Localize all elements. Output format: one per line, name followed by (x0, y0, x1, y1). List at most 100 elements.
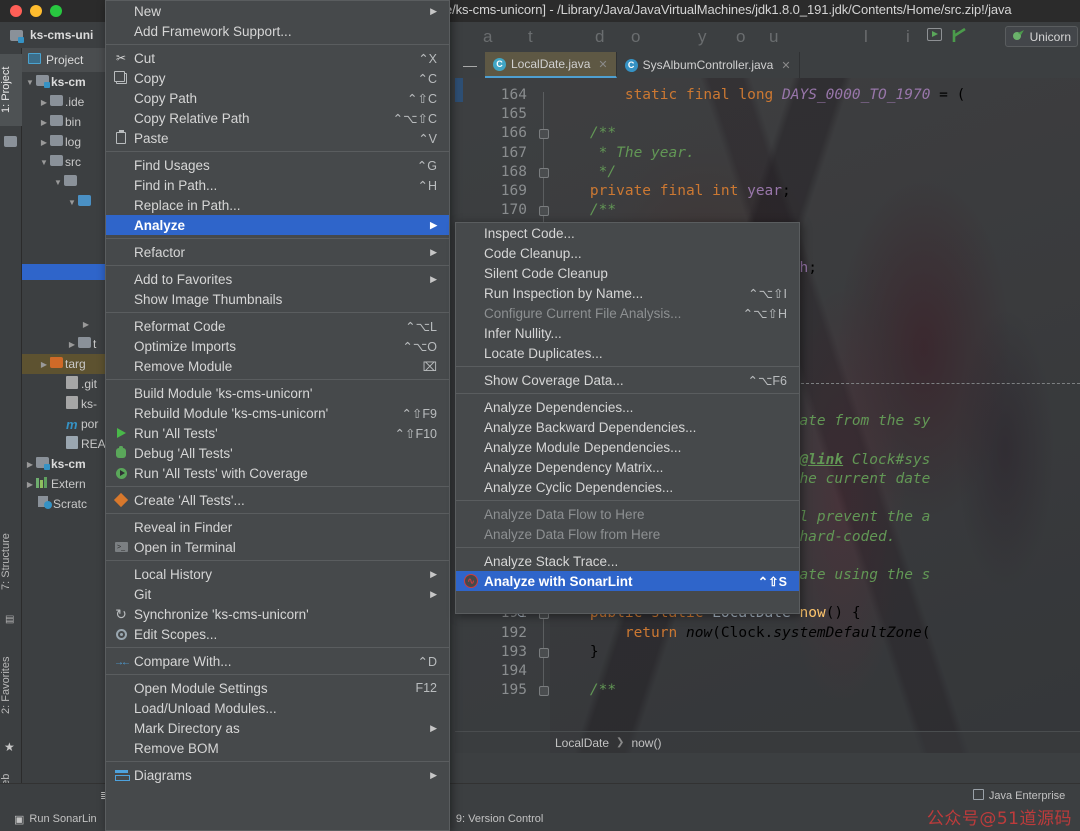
close-window-button[interactable] (10, 5, 22, 17)
analyze-item-silent-code-cleanup[interactable]: Silent Code Cleanup (456, 263, 799, 283)
tree-node-readme[interactable]: REA (22, 434, 107, 454)
sidebar-item-structure[interactable]: 7: Structure (0, 518, 22, 606)
expand-arrow-icon[interactable]: ▶ (24, 460, 36, 469)
tree-node-scratches[interactable]: Scratc (22, 494, 107, 514)
analyze-item-infer-nullity[interactable]: Infer Nullity... (456, 323, 799, 343)
menu-item-open-in-terminal[interactable]: >_ Open in Terminal (106, 537, 449, 557)
menu-item-load-unload-modules[interactable]: Load/Unload Modules... (106, 698, 449, 718)
tree-node-target[interactable]: ▶ targ (22, 354, 107, 374)
tool-window-run-sonarlint[interactable]: ▣ Run SonarLin (14, 813, 97, 826)
menu-item-copy-relative-path[interactable]: Copy Relative Path ⌃⌥⇧C (106, 108, 449, 128)
tree-node-idea[interactable]: ▶ .ide (22, 92, 107, 112)
analyze-item-analyze-dependency-matrix[interactable]: Analyze Dependency Matrix... (456, 457, 799, 477)
expand-arrow-icon[interactable]: ▶ (38, 98, 50, 107)
expand-arrow-icon[interactable]: ▶ (24, 480, 36, 489)
analyze-item-analyze-dependencies[interactable]: Analyze Dependencies... (456, 397, 799, 417)
collapse-arrow-icon[interactable]: ▼ (24, 78, 36, 87)
expand-arrow-icon[interactable]: ▶ (66, 340, 78, 349)
code-fold-end-icon[interactable] (539, 167, 549, 178)
menu-item-compare-with[interactable]: Compare With... ⌃D (106, 651, 449, 671)
menu-item-add-to-favorites[interactable]: Add to Favorites ▶ (106, 269, 449, 289)
menu-item-rebuild-module-ks-cms-unicorn[interactable]: Rebuild Module 'ks-cms-unicorn' ⌃⇧F9 (106, 403, 449, 423)
tree-node-pom[interactable]: m por (22, 414, 107, 434)
expand-arrow-icon[interactable]: ▶ (38, 138, 50, 147)
menu-item-find-usages[interactable]: Find Usages ⌃G (106, 155, 449, 175)
expand-arrow-icon[interactable]: ▶ (38, 360, 50, 369)
expand-arrow-icon[interactable]: ▶ (38, 118, 50, 127)
analyze-item-locate-duplicates[interactable]: Locate Duplicates... (456, 343, 799, 363)
tree-node-external-libraries[interactable]: ▶ Extern (22, 474, 107, 494)
code-fold-start-icon[interactable] (539, 129, 549, 140)
menu-item-local-history[interactable]: Local History ▶ (106, 564, 449, 584)
breadcrumb-class[interactable]: LocalDate (555, 736, 609, 750)
tree-node-log[interactable]: ▶ log (22, 132, 107, 152)
breadcrumb[interactable]: LocalDate ❯ now() (455, 731, 1080, 753)
code-fold-end-icon[interactable] (539, 647, 549, 658)
menu-item-mark-directory-as[interactable]: Mark Directory as ▶ (106, 718, 449, 738)
menu-item-replace-in-path[interactable]: Replace in Path... (106, 195, 449, 215)
analyze-item-inspect-code[interactable]: Inspect Code... (456, 223, 799, 243)
tree-node-ks-cms-2[interactable]: ▶ ks-cm (22, 454, 107, 474)
sidebar-item-project[interactable]: 1: Project (0, 54, 22, 126)
analyze-item-show-coverage-data[interactable]: Show Coverage Data... ⌃⌥F6 (456, 370, 799, 390)
menu-item-find-in-path[interactable]: Find in Path... ⌃H (106, 175, 449, 195)
tree-node-resources[interactable]: ▶ (22, 314, 107, 334)
tree-node-selected[interactable] (22, 264, 107, 280)
tree-node-main[interactable]: ▼ (22, 172, 107, 192)
menu-item-analyze[interactable]: Analyze ▶ (106, 215, 449, 235)
tree-node-java[interactable]: ▼ (22, 192, 107, 212)
close-tab-icon[interactable]: ✕ (781, 59, 790, 72)
menu-item-debug-all-tests[interactable]: Debug 'All Tests' (106, 443, 449, 463)
collapse-arrow-icon[interactable]: ▼ (66, 198, 78, 207)
analyze-item-analyze-with-sonarlint[interactable]: ∿ Analyze with SonarLint ⌃⇧S (456, 571, 799, 591)
menu-item-refactor[interactable]: Refactor ▶ (106, 242, 449, 262)
menu-item-git[interactable]: Git ▶ (106, 584, 449, 604)
menu-item-open-module-settings[interactable]: Open Module Settings F12 (106, 678, 449, 698)
sidebar-item-favorites[interactable]: 2: Favorites (0, 638, 22, 732)
analyze-item-analyze-module-dependencies[interactable]: Analyze Module Dependencies... (456, 437, 799, 457)
analyze-item-analyze-cyclic-dependencies[interactable]: Analyze Cyclic Dependencies... (456, 477, 799, 497)
menu-item-build-module-ks-cms-unicorn[interactable]: Build Module 'ks-cms-unicorn' (106, 383, 449, 403)
menu-item-remove-bom[interactable]: Remove BOM (106, 738, 449, 758)
tree-node-ks-iml[interactable]: ks- (22, 394, 107, 414)
breadcrumb-method[interactable]: now() (631, 736, 661, 750)
tree-node-src[interactable]: ▼ src (22, 152, 107, 172)
menu-item-copy-path[interactable]: Copy Path ⌃⇧C (106, 88, 449, 108)
menu-item-create-all-tests[interactable]: Create 'All Tests'... (106, 490, 449, 510)
menu-item-reformat-code[interactable]: Reformat Code ⌃⌥L (106, 316, 449, 336)
analyze-item-run-inspection-by-name[interactable]: Run Inspection by Name... ⌃⌥⇧I (456, 283, 799, 303)
analyze-item-code-cleanup[interactable]: Code Cleanup... (456, 243, 799, 263)
menu-item-show-image-thumbnails[interactable]: Show Image Thumbnails (106, 289, 449, 309)
menu-item-run-all-tests[interactable]: Run 'All Tests' ⌃⇧F10 (106, 423, 449, 443)
code-fold-start-icon[interactable] (539, 206, 549, 217)
hide-tabs-button[interactable]: — (455, 52, 485, 78)
run-configuration-selector[interactable]: Unicorn (1004, 26, 1078, 47)
menu-item-optimize-imports[interactable]: Optimize Imports ⌃⌥O (106, 336, 449, 356)
menu-item-edit-scopes[interactable]: Edit Scopes... (106, 624, 449, 644)
menu-item-run-all-tests-with-coverage[interactable]: Run 'All Tests' with Coverage (106, 463, 449, 483)
menu-item-diagrams[interactable]: Diagrams ▶ (106, 765, 449, 785)
window-controls[interactable] (0, 5, 62, 17)
tree-node-gitignore[interactable]: .git (22, 374, 107, 394)
menu-item-add-framework-support[interactable]: Add Framework Support... (106, 21, 449, 41)
menu-item-remove-module[interactable]: Remove Module ⌧ (106, 356, 449, 376)
menu-item-cut[interactable]: ✂ Cut ⌃X (106, 48, 449, 68)
minimize-window-button[interactable] (30, 5, 42, 17)
menu-item-synchronize-ks-cms-unicorn[interactable]: Synchronize 'ks-cms-unicorn' (106, 604, 449, 624)
checkmark-icon[interactable] (951, 27, 969, 49)
close-tab-icon[interactable]: ✕ (598, 58, 607, 71)
tool-window-java-enterprise[interactable]: Java Enterprise (972, 788, 1065, 803)
collapse-arrow-icon[interactable]: ▼ (52, 178, 64, 187)
collapse-arrow-icon[interactable]: ▼ (38, 158, 50, 167)
tool-window-version-control[interactable]: ↲ 9: Version Control (442, 813, 544, 826)
code-fold-start-icon[interactable] (539, 686, 549, 697)
context-menu[interactable]: New ▶ Add Framework Support... ✂ Cut ⌃X Copy ⌃C… (105, 0, 450, 831)
analyze-submenu[interactable]: Inspect Code... Code Cleanup... Silent Cod… (455, 222, 800, 614)
menu-item-copy[interactable]: Copy ⌃C (106, 68, 449, 88)
expand-arrow-icon[interactable]: ▶ (80, 320, 92, 329)
menu-item-new[interactable]: New ▶ (106, 1, 449, 21)
project-tree-header[interactable]: Project (22, 48, 107, 72)
tab-sysalbumcontroller-java[interactable]: C SysAlbumController.java ✕ (617, 52, 800, 78)
analyze-item-analyze-backward-dependencies[interactable]: Analyze Backward Dependencies... (456, 417, 799, 437)
menu-item-reveal-in-finder[interactable]: Reveal in Finder (106, 517, 449, 537)
